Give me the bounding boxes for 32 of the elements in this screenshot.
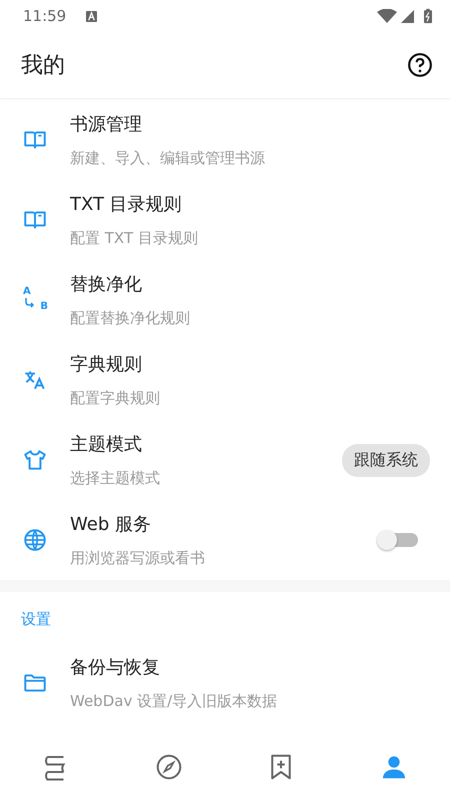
- item-title: 字典规则: [70, 353, 143, 376]
- item-title: 替换净化: [70, 273, 143, 296]
- settings-item[interactable]: 书源管理 新建、导入、编辑或管理书源: [0, 100, 450, 180]
- item-subtitle: 配置字典规则: [70, 389, 161, 408]
- wifi-icon: [377, 9, 397, 23]
- section-header: 设置: [20, 610, 52, 630]
- notification-icon: [86, 10, 98, 22]
- help-icon[interactable]: [407, 52, 433, 78]
- item-subtitle: 配置替换净化规则: [70, 309, 191, 328]
- item-title: TXT 目录规则: [70, 193, 183, 216]
- item-title: 主题模式: [70, 433, 143, 456]
- settings-item[interactable]: Web 服务 用浏览器写源或看书: [0, 500, 450, 580]
- theme-mode-button[interactable]: 跟随系统: [342, 444, 430, 476]
- item-title: 书源管理: [70, 113, 143, 136]
- item-title: 备份与恢复: [70, 656, 161, 679]
- globe-icon: [22, 527, 48, 553]
- toggle-switch[interactable]: [376, 529, 418, 551]
- settings-item[interactable]: A B 替换净化 配置替换净化规则: [0, 260, 450, 340]
- item-subtitle: 配置 TXT 目录规则: [70, 229, 199, 248]
- item-subtitle: 选择主题模式: [70, 469, 161, 488]
- item-title: Web 服务: [70, 513, 152, 536]
- item-subtitle: WebDav 设置/导入旧版本数据: [70, 692, 278, 711]
- clock-time: 11:59: [23, 7, 66, 25]
- battery-icon: [424, 8, 432, 24]
- settings-item[interactable]: TXT 目录规则 配置 TXT 目录规则: [0, 180, 450, 260]
- item-subtitle: 用浏览器写源或看书: [70, 549, 206, 568]
- page-title: 我的: [21, 52, 65, 80]
- settings-item[interactable]: 字典规则 配置字典规则: [0, 340, 450, 420]
- signal-icon: [401, 10, 414, 22]
- settings-item[interactable]: 备份与恢复 WebDav 设置/导入旧版本数据: [0, 643, 450, 723]
- settings-item[interactable]: 主题模式 选择主题模式 跟随系统: [0, 420, 450, 500]
- item-subtitle: 新建、导入、编辑或管理书源: [70, 149, 266, 168]
